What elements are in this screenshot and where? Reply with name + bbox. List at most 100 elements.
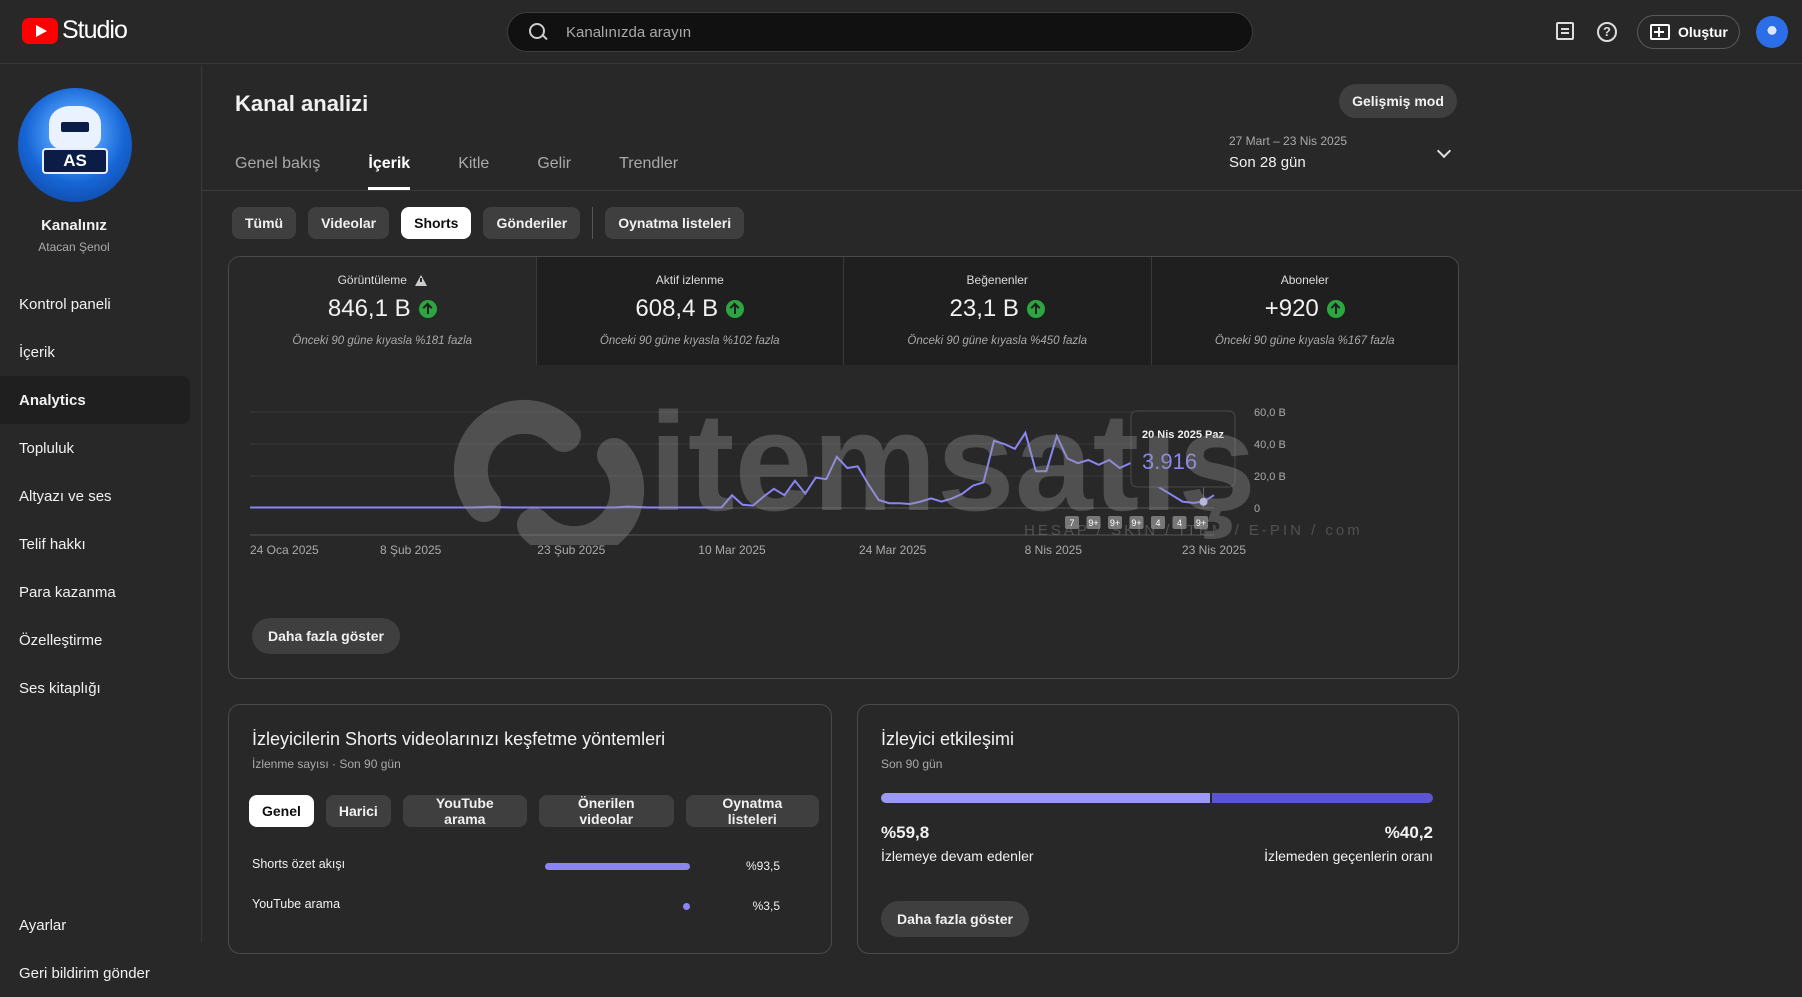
arrow-up-icon <box>1026 300 1045 318</box>
chip-videos[interactable]: Videolar <box>308 207 390 239</box>
search-input[interactable] <box>566 23 1206 41</box>
swiped-label: İzlemeden geçenlerin oranı <box>1264 848 1433 864</box>
chip-shorts[interactable]: Shorts <box>401 207 472 239</box>
sidebar-item-community[interactable]: Topluluk <box>0 424 202 472</box>
avatar-badge: AS <box>42 148 108 174</box>
x-tick-label: 24 Oca 2025 <box>250 543 319 557</box>
discovery-chips: Genel Harici YouTube arama Önerilen vide… <box>249 795 831 827</box>
metric-comparison: Önceki 90 güne kıyasla %167 fazla <box>1214 335 1395 347</box>
sidebar-item-audio-library[interactable]: Ses kitaplığı <box>0 664 202 712</box>
page-title: Kanal analizi <box>235 91 369 116</box>
studio-logo[interactable]: Studio <box>22 16 128 45</box>
views-line-chart[interactable]: 60,0 B 40,0 B 20,0 B 0 24 Oca 2025 8 Şub 2025… <box>229 365 1459 615</box>
date-range-picker[interactable]: 27 Mart – 23 Nis 2025 Son 28 gün <box>1229 134 1347 171</box>
annotation-marker-label: 4 <box>1177 518 1182 528</box>
annotation-marker-label: 9+ <box>1110 518 1120 528</box>
sidebar-item-analytics[interactable]: Analytics <box>0 376 190 424</box>
sidebar-item-feedback[interactable]: Geri bildirim gönder <box>0 949 202 997</box>
search-icon[interactable] <box>528 22 548 42</box>
channel-handle: Atacan Şenol <box>38 240 110 254</box>
y-tick-label: 40,0 B <box>1254 439 1286 451</box>
metric-comparison: Önceki 90 güne kıyasla %181 fazla <box>292 335 473 347</box>
metric-subscribers[interactable]: Aboneler +920 Önceki 90 güne kıyasla %16… <box>1150 257 1458 365</box>
annotation-marker-label: 9+ <box>1196 518 1206 528</box>
advanced-mode-button[interactable]: Gelişmiş mod <box>1339 84 1457 118</box>
analytics-tabs: Genel bakış İçerik Kitle Gelir Trendler <box>235 138 726 190</box>
engagement-card: İzleyici etkileşimi Son 90 gün %59,8 İzl… <box>857 704 1459 954</box>
metric-label: Görüntüleme <box>337 273 407 287</box>
source-bar <box>683 903 690 910</box>
x-tick-label: 24 Mar 2025 <box>859 543 927 557</box>
top-bar: Studio ? Oluştur <box>0 0 1802 64</box>
warning-icon[interactable] <box>414 274 427 286</box>
chip-playlists[interactable]: Oynatma listeleri <box>605 207 745 239</box>
chip-suggested-videos[interactable]: Önerilen videolar <box>538 795 674 827</box>
x-tick-label: 8 Nis 2025 <box>1025 543 1083 557</box>
tab-overview[interactable]: Genel bakış <box>235 138 320 190</box>
logo-text: Studio <box>62 16 128 44</box>
sidebar-nav: Kontrol paneli İçerik Analytics Topluluk… <box>0 280 202 712</box>
y-tick-label: 0 <box>1254 503 1260 515</box>
metric-value: 608,4 B <box>635 295 719 322</box>
engagement-bar <box>881 793 1433 803</box>
sidebar-item-monetization[interactable]: Para kazanma <box>0 568 202 616</box>
chip-discovery-playlists[interactable]: Oynatma listeleri <box>685 795 819 827</box>
stayed-label: İzlemeye devam edenler <box>881 848 1034 864</box>
sidebar-item-content[interactable]: İçerik <box>0 328 202 376</box>
y-tick-label: 60,0 B <box>1254 407 1286 419</box>
views-chart[interactable]: 60,0 B 40,0 B 20,0 B 0 24 Oca 2025 8 Şub 2025… <box>229 365 1458 615</box>
avatar-mascot-icon <box>49 106 101 150</box>
date-range-label: Son 28 gün <box>1229 154 1306 171</box>
account-avatar[interactable] <box>1756 16 1788 48</box>
metric-likes[interactable]: Beğenenler 23,1 B Önceki 90 güne kıyasla… <box>843 257 1151 365</box>
metric-value: +920 <box>1264 295 1319 322</box>
chip-posts[interactable]: Gönderiler <box>483 207 581 239</box>
date-range-text: 27 Mart – 23 Nis 2025 <box>1229 134 1348 148</box>
list-item[interactable]: YouTube arama %3,5 <box>252 897 812 917</box>
x-tick-label: 23 Nis 2025 <box>1182 543 1246 557</box>
comments-icon[interactable] <box>1556 22 1574 40</box>
create-button[interactable]: Oluştur <box>1637 15 1740 49</box>
channel-avatar[interactable]: AS <box>18 88 132 202</box>
discovery-subtitle: İzlenme sayısı · Son 90 gün <box>252 757 401 771</box>
metric-value: 846,1 B <box>327 295 411 322</box>
chip-external[interactable]: Harici <box>325 795 391 827</box>
tab-audience[interactable]: Kitle <box>458 138 489 190</box>
annotation-marker-label: 4 <box>1155 518 1160 528</box>
search-bar[interactable] <box>507 12 1253 52</box>
sidebar-item-dashboard[interactable]: Kontrol paneli <box>0 280 202 328</box>
x-tick-label: 8 Şub 2025 <box>380 543 442 557</box>
chevron-down-icon[interactable] <box>1436 143 1452 159</box>
show-more-button[interactable]: Daha fazla göster <box>252 618 400 654</box>
sidebar-item-subtitles[interactable]: Altyazı ve ses <box>0 472 202 520</box>
list-item[interactable]: Shorts özet akışı %93,5 <box>252 857 812 877</box>
sidebar: AS Kanalınız Atacan Şenol Kontrol paneli… <box>0 65 202 982</box>
tab-trends[interactable]: Trendler <box>619 138 678 190</box>
content-type-chips: Tümü Videolar Shorts Gönderiler Oynatma … <box>232 207 756 239</box>
source-percent: %93,5 <box>745 859 780 873</box>
metric-label: Aktif izlenme <box>655 273 724 287</box>
arrow-up-icon <box>418 300 437 318</box>
arrow-up-icon <box>1326 300 1345 318</box>
sidebar-item-customization[interactable]: Özelleştirme <box>0 616 202 664</box>
metric-engaged-views[interactable]: Aktif izlenme 608,4 B Önceki 90 güne kıy… <box>535 257 843 365</box>
annotation-marker-label: 9+ <box>1131 518 1141 528</box>
tab-content[interactable]: İçerik <box>368 138 410 190</box>
metric-comparison: Önceki 90 güne kıyasla %102 fazla <box>599 335 780 347</box>
metric-views[interactable]: Görüntüleme 846,1 B Önceki 90 güne kıyas… <box>229 257 536 365</box>
metric-label: Beğenenler <box>966 273 1028 287</box>
chip-general[interactable]: Genel <box>249 795 314 827</box>
help-icon[interactable]: ? <box>1597 22 1617 42</box>
metrics-card: Görüntüleme 846,1 B Önceki 90 güne kıyas… <box>228 256 1459 679</box>
youtube-play-icon <box>22 17 58 44</box>
engagement-show-more-button[interactable]: Daha fazla göster <box>881 901 1029 937</box>
chip-all[interactable]: Tümü <box>232 207 297 239</box>
metric-label: Aboneler <box>1280 273 1329 287</box>
source-label: YouTube arama <box>252 897 341 911</box>
metric-tabs: Görüntüleme 846,1 B Önceki 90 güne kıyas… <box>229 257 1458 365</box>
tabs-divider <box>202 190 1802 191</box>
sidebar-item-copyright[interactable]: Telif hakkı <box>0 520 202 568</box>
tab-revenue[interactable]: Gelir <box>537 138 571 190</box>
chip-youtube-search[interactable]: YouTube arama <box>402 795 527 827</box>
tooltip-value: 3.916 <box>1142 449 1197 474</box>
